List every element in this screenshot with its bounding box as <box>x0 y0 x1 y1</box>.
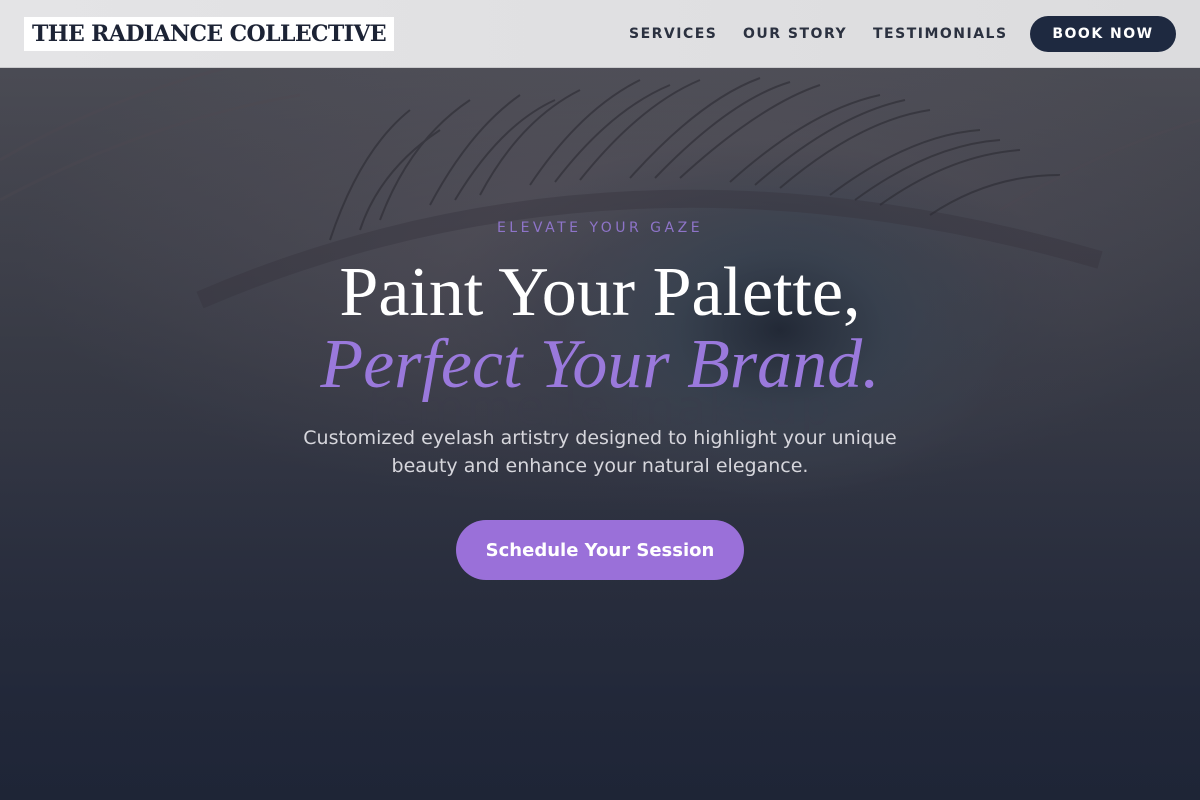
nav-link-testimonials[interactable]: TESTIMONIALS <box>873 24 1008 44</box>
schedule-session-button[interactable]: Schedule Your Session <box>456 520 744 580</box>
book-now-button[interactable]: BOOK NOW <box>1030 16 1176 52</box>
nav-link-services[interactable]: SERVICES <box>629 24 717 44</box>
nav-link-our-story[interactable]: OUR STORY <box>743 24 847 44</box>
hero-subtitle: Customized eyelash artistry designed to … <box>303 427 897 477</box>
brand-logo[interactable]: THE RADIANCE COLLECTIVE <box>24 17 395 51</box>
hero-eyebrow: ELEVATE YOUR GAZE <box>496 220 704 236</box>
top-navigation-bar: THE RADIANCE COLLECTIVE SERVICES OUR STO… <box>0 0 1200 68</box>
hero-headline-line2: Perfect Your Brand. <box>320 326 880 403</box>
